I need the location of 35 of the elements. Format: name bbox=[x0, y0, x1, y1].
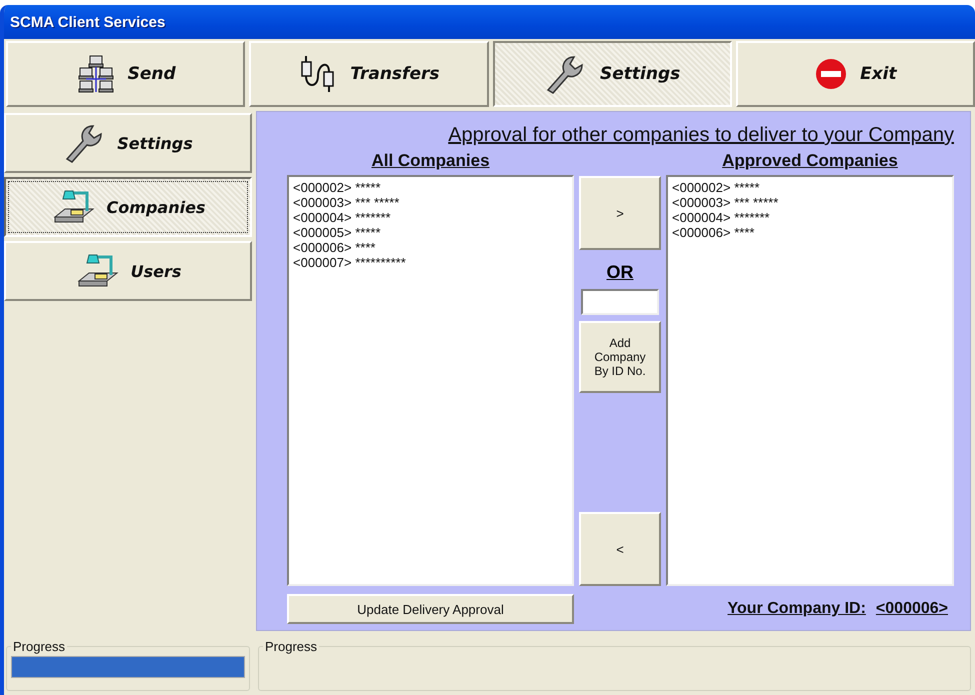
add-by-id-button[interactable]: Add Company By ID No. bbox=[579, 321, 661, 393]
company-list[interactable]: <000002> ***** <000003> *** ***** <000004> ******* <000006> **** bbox=[666, 175, 954, 586]
company-id-value: <000006> bbox=[876, 600, 948, 618]
list-item[interactable]: <000005> ***** bbox=[293, 225, 568, 240]
toolbar-button[interactable]: Send bbox=[6, 41, 246, 107]
toolbar-button[interactable]: Settings bbox=[492, 41, 732, 107]
list-title: All Companies bbox=[370, 151, 491, 172]
window-title: SCMA Client Services bbox=[10, 14, 166, 30]
list-item[interactable]: <000007> ********** bbox=[293, 255, 568, 270]
list-item[interactable]: <000003> *** ***** bbox=[293, 195, 568, 210]
toolbar-button[interactable]: Transfers bbox=[249, 41, 488, 107]
list-item[interactable]: <000006> **** bbox=[293, 240, 568, 255]
list-title: Approved Companies bbox=[721, 151, 899, 172]
toolbar-button[interactable]: Exit bbox=[736, 41, 975, 107]
list-item[interactable]: <000002> ***** bbox=[293, 180, 568, 195]
computers-icon bbox=[76, 54, 116, 94]
list-item[interactable]: <000004> ******* bbox=[672, 210, 948, 225]
list-item[interactable]: <000003> *** ***** bbox=[672, 195, 948, 210]
list-item[interactable]: <000004> ******* bbox=[293, 210, 568, 225]
company-id-field[interactable] bbox=[581, 289, 659, 315]
sidebar-button[interactable]: Companies bbox=[4, 177, 252, 237]
list-item[interactable]: <000002> ***** bbox=[672, 180, 948, 195]
panel-heading: Approval for other companies to deliver to your Company bbox=[447, 124, 954, 147]
remove-button[interactable]: < bbox=[579, 512, 661, 586]
sidebar-button[interactable]: Users bbox=[4, 241, 252, 301]
company-list[interactable]: <000002> ***** <000003> *** ***** <000004> ******* <000005> ***** <000006> **** <000007> ********** bbox=[287, 175, 574, 586]
group-label: Progress bbox=[12, 639, 66, 654]
add-button[interactable]: > bbox=[579, 176, 661, 250]
no-entry-icon bbox=[814, 57, 848, 91]
list-item[interactable]: <000006> **** bbox=[672, 225, 948, 240]
update-button[interactable]: Update Delivery Approval bbox=[287, 594, 574, 624]
company-id-label: Your Company ID: bbox=[728, 600, 866, 618]
sidebar-button[interactable]: Settings bbox=[4, 113, 252, 173]
or-label: OR bbox=[606, 262, 634, 283]
group-label: Progress bbox=[264, 639, 318, 654]
